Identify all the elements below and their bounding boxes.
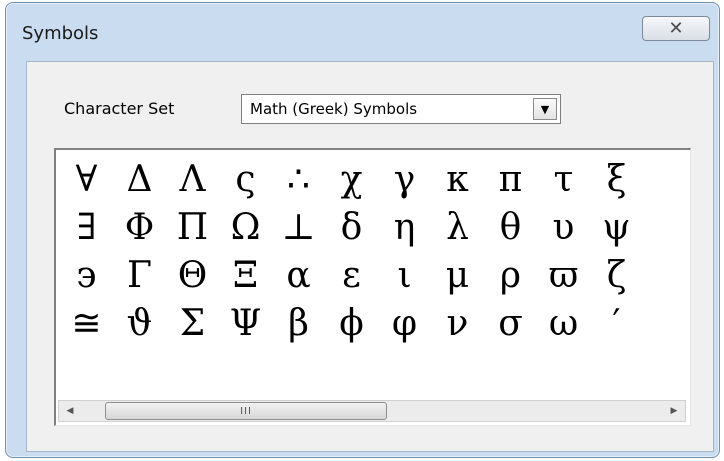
symbol-cell[interactable]: ι	[378, 252, 431, 300]
horizontal-scrollbar[interactable]: ◀ III ▶	[58, 400, 686, 422]
symbol-cell[interactable]: φ	[378, 300, 431, 348]
symbol-cell[interactable]: σ	[484, 300, 537, 348]
symbol-cell[interactable]: κ	[431, 156, 484, 204]
close-icon: ✕	[668, 17, 684, 39]
symbol-cell[interactable]: Ξ	[219, 252, 272, 300]
symbol-cell[interactable]: δ	[325, 204, 378, 252]
symbol-cell[interactable]: ∃	[60, 204, 113, 252]
symbol-cell[interactable]: θ	[484, 204, 537, 252]
character-set-label: Character Set	[64, 99, 175, 118]
character-set-value: Math (Greek) Symbols	[250, 100, 418, 118]
grip-icon: III	[240, 405, 252, 417]
scroll-left-button[interactable]: ◀	[59, 401, 81, 421]
symbol-cell[interactable]: Ω	[219, 204, 272, 252]
symbol-cell[interactable]: γ	[378, 156, 431, 204]
symbol-cell[interactable]: ϶	[60, 252, 113, 300]
symbol-cell[interactable]: ψ	[590, 204, 643, 252]
dialog-client-area: Character Set Math (Greek) Symbols ▼ ∀ Δ Λ…	[26, 61, 714, 452]
symbol-cell[interactable]: Θ	[166, 252, 219, 300]
symbol-cell[interactable]: α	[272, 252, 325, 300]
symbol-cell[interactable]: ⊥	[272, 204, 325, 252]
symbol-cell[interactable]: ς	[219, 156, 272, 204]
scroll-right-arrow-icon: ▶	[670, 406, 678, 416]
symbol-grid: ∀ Δ Λς ∴ χ γ κ π τ ξ ∃ Φ Π Ω ⊥ δ η λ θ υ ψ ϶ Γ Θ Ξα ε ι μ ρ ϖ ζ ≅ ϑ Σ Ψβ ϕ φ…	[60, 156, 643, 348]
symbol-cell[interactable]: Φ	[113, 204, 166, 252]
symbol-cell[interactable]: τ	[537, 156, 590, 204]
scrollbar-thumb[interactable]: III	[105, 402, 387, 420]
symbol-cell[interactable]: χ	[325, 156, 378, 204]
symbol-grid-panel: ∀ Δ Λς ∴ χ γ κ π τ ξ ∃ Φ Π Ω ⊥ δ η λ θ υ ψ ϶ Γ Θ Ξα ε ι μ ρ ϖ ζ ≅ ϑ Σ Ψβ ϕ φ…	[54, 148, 691, 426]
symbol-cell[interactable]: Ψ	[219, 300, 272, 348]
symbol-cell[interactable]: ν	[431, 300, 484, 348]
symbol-cell[interactable]: Λ	[166, 156, 219, 204]
symbol-cell[interactable]: ≅	[60, 300, 113, 348]
symbol-cell[interactable]: μ	[431, 252, 484, 300]
symbol-cell[interactable]: ζ	[590, 252, 643, 300]
symbol-cell[interactable]: υ	[537, 204, 590, 252]
close-button[interactable]: ✕	[642, 16, 710, 41]
dialog-title: Symbols	[22, 23, 99, 44]
symbol-cell[interactable]: π	[484, 156, 537, 204]
symbol-cell[interactable]: β	[272, 300, 325, 348]
scroll-left-arrow-icon: ◀	[66, 406, 74, 416]
symbol-cell[interactable]: ′	[590, 300, 643, 348]
symbol-cell[interactable]: ∀	[60, 156, 113, 204]
symbols-dialog: Symbols ✕ Character Set Math (Greek) Sym…	[5, 2, 720, 458]
character-set-dropdown[interactable]: Math (Greek) Symbols ▼	[241, 94, 561, 124]
symbol-cell[interactable]: Σ	[166, 300, 219, 348]
symbol-cell[interactable]: Γ	[113, 252, 166, 300]
symbol-cell[interactable]: ϑ	[113, 300, 166, 348]
chevron-down-icon: ▼	[540, 102, 550, 116]
symbol-cell[interactable]: ξ	[590, 156, 643, 204]
symbol-cell[interactable]: ∴	[272, 156, 325, 204]
scroll-right-button[interactable]: ▶	[663, 401, 685, 421]
dropdown-button[interactable]: ▼	[533, 98, 557, 120]
symbol-cell[interactable]: ε	[325, 252, 378, 300]
symbol-cell[interactable]: η	[378, 204, 431, 252]
symbol-cell[interactable]: Π	[166, 204, 219, 252]
symbol-cell[interactable]: ρ	[484, 252, 537, 300]
symbol-cell[interactable]: λ	[431, 204, 484, 252]
symbol-cell[interactable]: ϖ	[537, 252, 590, 300]
symbol-cell[interactable]: Δ	[113, 156, 166, 204]
symbol-cell[interactable]: ω	[537, 300, 590, 348]
symbol-cell[interactable]: ϕ	[325, 300, 378, 348]
